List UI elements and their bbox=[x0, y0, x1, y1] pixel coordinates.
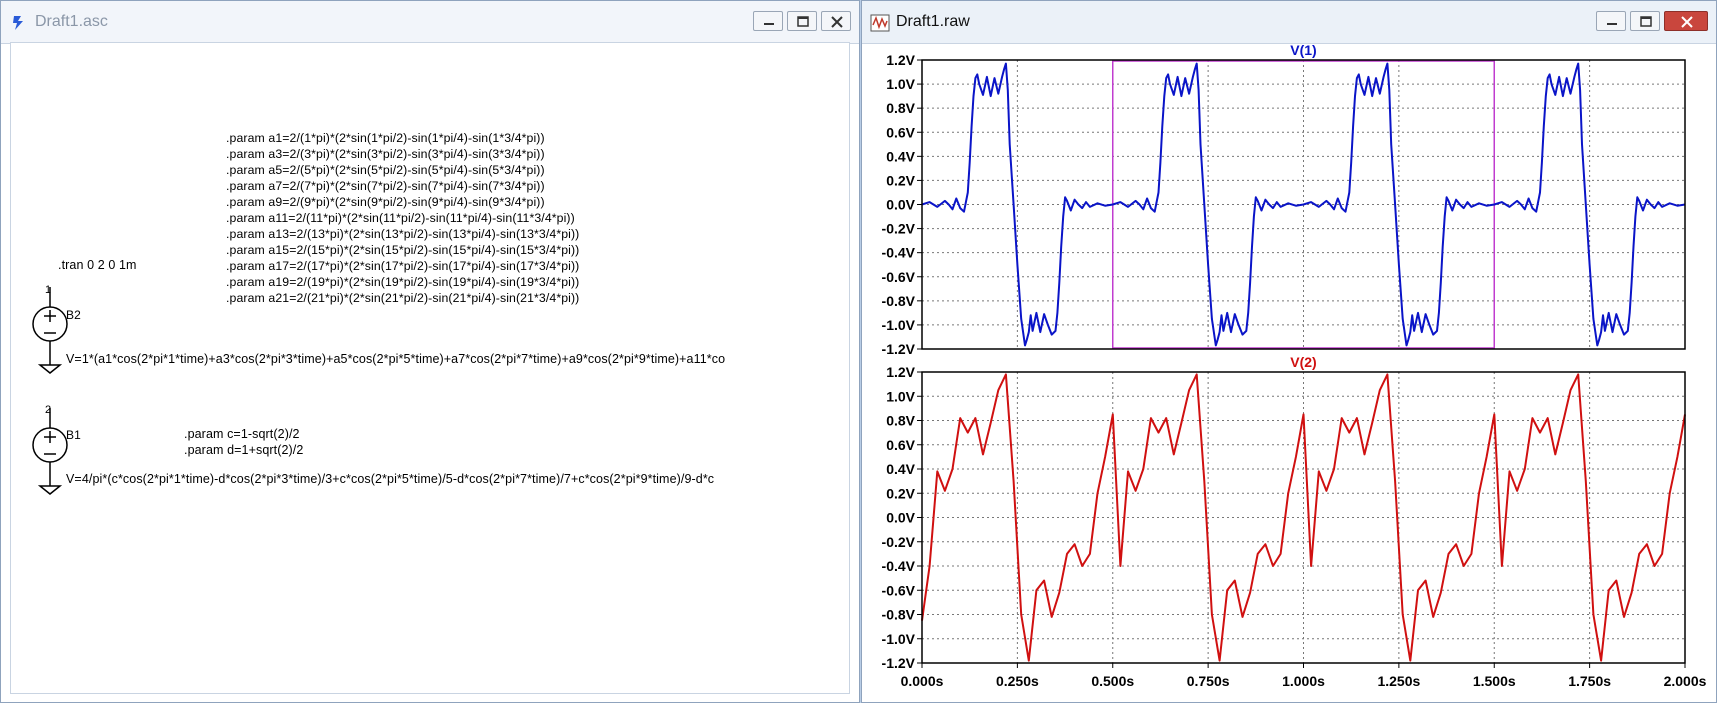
close-icon bbox=[831, 16, 843, 28]
y-tick-label: -0.8V bbox=[882, 293, 916, 309]
param-line: .param a15=2/(15*pi)*(2*sin(15*pi/2)-sin… bbox=[226, 243, 580, 257]
param-line: .param a3=2/(3*pi)*(2*sin(3*pi/2)-sin(3*… bbox=[226, 147, 545, 161]
x-tick-label: 0.250s bbox=[996, 673, 1039, 689]
schematic-window-title: Draft1.asc bbox=[35, 13, 108, 30]
x-tick-label: 1.750s bbox=[1568, 673, 1611, 689]
param-d-directive[interactable]: .param d=1+sqrt(2)/2 bbox=[184, 443, 303, 457]
y-tick-label: 0.2V bbox=[886, 172, 915, 188]
x-tick-label: 0.500s bbox=[1091, 673, 1134, 689]
y-tick-label: 0.8V bbox=[886, 100, 915, 116]
minimize-button[interactable] bbox=[753, 11, 783, 31]
y-tick-label: 1.2V bbox=[886, 364, 915, 380]
x-tick-label: 0.000s bbox=[901, 673, 944, 689]
b2-net-label: 1 bbox=[45, 284, 52, 296]
schematic-app-icon bbox=[13, 16, 23, 30]
b1-name-label[interactable]: B1 bbox=[66, 428, 81, 442]
param-line: .param a17=2/(17*pi)*(2*sin(17*pi/2)-sin… bbox=[226, 259, 580, 273]
close-button[interactable] bbox=[821, 11, 851, 31]
maximize-button[interactable] bbox=[787, 11, 817, 31]
y-tick-label: -0.6V bbox=[882, 582, 916, 598]
y-tick-label: -0.4V bbox=[882, 245, 916, 261]
y-tick-label: -0.6V bbox=[882, 269, 916, 285]
param-line: .param a9=2/(9*pi)*(2*sin(9*pi/2)-sin(9*… bbox=[226, 195, 545, 209]
param-line: .param a21=2/(21*pi)*(2*sin(21*pi/2)-sin… bbox=[226, 291, 580, 305]
y-tick-label: 0.4V bbox=[886, 461, 915, 477]
waveform-plot-area[interactable]: 1.2V 1.0V 0.8V 0.6V 0.4V 0.2V 0.0V -0.2V -0.4V -0… bbox=[862, 1, 1717, 703]
x-tick-label: 1.000s bbox=[1282, 673, 1325, 689]
b1-expression[interactable]: V=4/pi*(c*cos(2*pi*1*time)-d*cos(2*pi*3*… bbox=[66, 472, 714, 486]
schematic-window[interactable]: Draft1.asc .tran 0 2 0 1m .param a1=2/(1… bbox=[0, 0, 860, 703]
y-tick-label: -1.2V bbox=[882, 341, 916, 357]
b1-net-label: 2 bbox=[45, 404, 52, 416]
y-tick-label: 1.2V bbox=[886, 52, 915, 68]
y-tick-label: -1.0V bbox=[882, 631, 916, 647]
y-tick-label: -1.0V bbox=[882, 317, 916, 333]
trace-title[interactable]: V(2) bbox=[1290, 354, 1316, 370]
maximize-icon bbox=[797, 16, 809, 27]
y-tick-label: -0.2V bbox=[882, 534, 916, 550]
param-c-directive[interactable]: .param c=1-sqrt(2)/2 bbox=[184, 427, 300, 441]
y-tick-label: 0.2V bbox=[886, 485, 915, 501]
v2-pane[interactable]: 1.2V 1.0V 0.8V 0.6V 0.4V 0.2V 0.0V -0.2V -0.4V -0… bbox=[882, 354, 1686, 671]
tran-directive[interactable]: .tran 0 2 0 1m bbox=[58, 258, 137, 272]
minimize-icon bbox=[764, 23, 774, 25]
x-tick-label: 1.250s bbox=[1377, 673, 1420, 689]
y-tick-label: 0.6V bbox=[886, 437, 915, 453]
param-line: .param a13=2/(13*pi)*(2*sin(13*pi/2)-sin… bbox=[226, 227, 580, 241]
y-tick-label: 1.0V bbox=[886, 388, 915, 404]
y-tick-label: 0.8V bbox=[886, 413, 915, 429]
param-line: .param a7=2/(7*pi)*(2*sin(7*pi/2)-sin(7*… bbox=[226, 179, 545, 193]
x-tick-label: 0.750s bbox=[1187, 673, 1230, 689]
param-line: .param a5=2/(5*pi)*(2*sin(5*pi/2)-sin(5*… bbox=[226, 163, 545, 177]
waveform-window[interactable]: Draft1.raw 1.2V 1.0V 0.8V 0.6V 0.4V 0.2V 0.0V -… bbox=[861, 0, 1717, 703]
x-tick-label: 1.500s bbox=[1473, 673, 1516, 689]
y-tick-label: 0.0V bbox=[886, 510, 915, 526]
y-tick-label: 0.6V bbox=[886, 124, 915, 140]
y-tick-label: -0.4V bbox=[882, 558, 916, 574]
y-tick-label: 0.0V bbox=[886, 197, 915, 213]
b2-name-label[interactable]: B2 bbox=[66, 308, 81, 322]
param-line: .param a11=2/(11*pi)*(2*sin(11*pi/2)-sin… bbox=[226, 211, 575, 225]
param-line: .param a1=2/(1*pi)*(2*sin(1*pi/2)-sin(1*… bbox=[226, 131, 545, 145]
x-axis: 0.000s 0.250s 0.500s 0.750s 1.000s 1.250s 1.50… bbox=[901, 663, 1707, 689]
y-tick-label: -0.2V bbox=[882, 221, 916, 237]
b2-expression[interactable]: V=1*(a1*cos(2*pi*1*time)+a3*cos(2*pi*3*t… bbox=[66, 352, 725, 366]
y-tick-label: -1.2V bbox=[882, 655, 916, 671]
trace-title[interactable]: V(1) bbox=[1290, 42, 1316, 58]
y-tick-label: 1.0V bbox=[886, 76, 915, 92]
v1-pane[interactable]: 1.2V 1.0V 0.8V 0.6V 0.4V 0.2V 0.0V -0.2V -0.4V -0… bbox=[882, 42, 1686, 357]
schematic-titlebar[interactable]: Draft1.asc bbox=[1, 1, 859, 44]
param-line: .param a19=2/(19*pi)*(2*sin(19*pi/2)-sin… bbox=[226, 275, 580, 289]
schematic-canvas[interactable]: .tran 0 2 0 1m .param a1=2/(1*pi)*(2*sin… bbox=[10, 42, 850, 694]
x-tick-label: 2.000s bbox=[1664, 673, 1707, 689]
y-tick-label: -0.8V bbox=[882, 607, 916, 623]
y-tick-label: 0.4V bbox=[886, 148, 915, 164]
